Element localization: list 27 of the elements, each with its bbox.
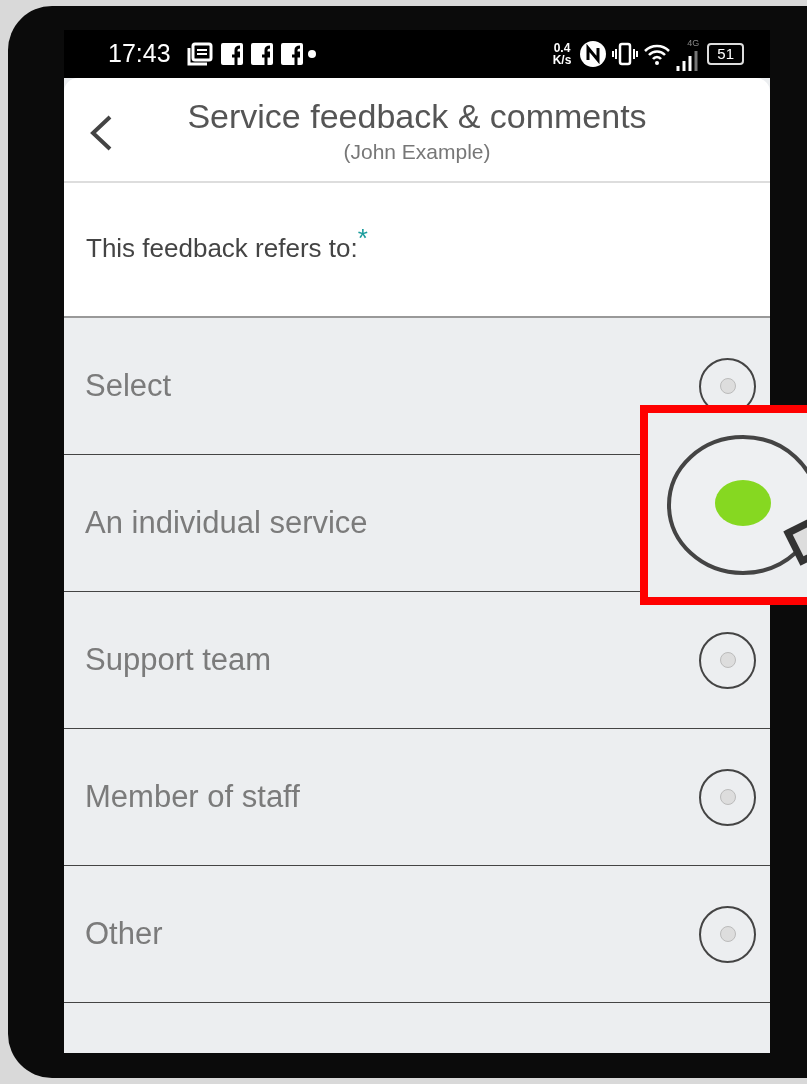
- speed-value: 0.4: [552, 42, 572, 54]
- status-time: 17:43: [108, 38, 171, 70]
- app-icon: [220, 43, 243, 65]
- wifi-icon: [643, 42, 672, 66]
- vibrate-icon: [611, 42, 640, 66]
- radio-button[interactable]: [699, 768, 756, 826]
- network-type: 4G: [687, 37, 700, 51]
- question-label: This feedback refers to:: [86, 233, 358, 263]
- battery-level: 51: [707, 43, 744, 65]
- option-label[interactable]: Member of staff: [85, 773, 300, 821]
- option-label[interactable]: Support team: [85, 636, 272, 684]
- notes-icon: [186, 42, 213, 66]
- app-icon: [280, 43, 303, 65]
- option-label[interactable]: Other: [85, 910, 163, 958]
- app-icon: [250, 43, 273, 65]
- back-icon[interactable]: [88, 114, 114, 152]
- required-marker: *: [357, 223, 368, 253]
- page-title: Service feedback & comments: [186, 96, 648, 136]
- speed-unit: K/s: [552, 54, 572, 66]
- option-label[interactable]: An individual service: [85, 499, 368, 547]
- dot-icon: [306, 49, 317, 59]
- radio-button[interactable]: [699, 631, 756, 689]
- option-label[interactable]: Select: [85, 362, 172, 410]
- signal-icon: [675, 50, 700, 71]
- nfc-icon: [579, 40, 608, 68]
- page-subtitle: (John Example): [343, 139, 491, 165]
- radio-button[interactable]: [699, 905, 756, 963]
